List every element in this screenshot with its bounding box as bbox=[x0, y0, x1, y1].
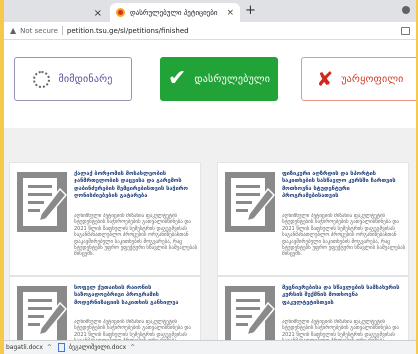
cross-icon: ✘ bbox=[316, 67, 334, 91]
document-pen-icon bbox=[17, 172, 68, 232]
petition-title[interactable]: ფიზიკური აღზრდის და სპორტის საკითხების ს… bbox=[282, 171, 406, 201]
petition-description: აღნიშნული პეტიციის მიზანია ფაკულტეტის სტ… bbox=[282, 213, 406, 258]
petition-title[interactable]: მეცნიერებისა და სწავლების სამსახურის კურ… bbox=[282, 285, 406, 307]
active-tab[interactable]: დასრულებული პეტიციები × bbox=[110, 3, 240, 22]
extension-icon[interactable] bbox=[401, 27, 410, 35]
tab-title: დასრულებული პეტიციები bbox=[130, 8, 218, 17]
download-filename: bagatli.docx bbox=[6, 344, 43, 351]
download-filename: ბეგალიშვილი.docx bbox=[68, 344, 127, 351]
document-pen-icon bbox=[225, 286, 276, 346]
site-favicon-icon bbox=[116, 8, 125, 17]
download-item[interactable]: bagatli.docx ^ bbox=[6, 344, 52, 351]
profile-avatar[interactable] bbox=[402, 6, 410, 14]
address-bar[interactable]: ▲ Not secure petition.tsu.ge/sl/petition… bbox=[4, 22, 416, 40]
document-pen-icon bbox=[17, 286, 68, 346]
checkmark-icon: ✔ bbox=[167, 66, 187, 91]
petition-title[interactable]: სოფელ ქუთაისის რაიონის საზოგადოებრივი პრ… bbox=[74, 285, 198, 307]
ongoing-label: მიმდინარე bbox=[58, 73, 113, 85]
petition-card[interactable]: ქალაქ ბორჯომის მოსახლეობის ჯანმრთელობის … bbox=[9, 162, 201, 276]
petition-card[interactable]: სოფელ ქუთაისის რაიონის საზოგადოებრივი პრ… bbox=[9, 276, 201, 350]
chevron-up-icon[interactable]: ^ bbox=[47, 344, 52, 351]
finished-label: დასრულებული bbox=[194, 73, 271, 85]
loading-spinner-icon bbox=[33, 70, 51, 88]
petition-card[interactable]: მეცნიერებისა და სწავლების სამსახურის კურ… bbox=[217, 276, 409, 350]
close-tab-icon[interactable]: × bbox=[226, 8, 234, 18]
petition-title[interactable]: ქალაქ ბორჯომის მოსახლეობის ჯანმრთელობის … bbox=[74, 171, 198, 201]
browser-screenshot: × დასრულებული პეტიციები × + ▲ Not secure… bbox=[4, 0, 416, 354]
new-tab-button[interactable]: + bbox=[245, 4, 256, 18]
tab-strip: × დასრულებული პეტიციები × + bbox=[4, 0, 416, 22]
warning-triangle-icon[interactable]: ▲ bbox=[10, 26, 16, 35]
petition-grid: ქალაქ ბორჯომის მოსახლეობის ჯანმრთელობის … bbox=[4, 128, 416, 350]
download-item[interactable]: ბეგალიშვილი.docx ^ bbox=[57, 343, 135, 352]
petition-description: აღნიშნული პეტიციის მიზანია ფაკულტეტის სტ… bbox=[74, 213, 198, 258]
downloads-bar: bagatli.docx ^ ბეგალიშვილი.docx ^ bbox=[4, 340, 416, 354]
security-status[interactable]: Not secure bbox=[20, 27, 58, 35]
chevron-up-icon[interactable]: ^ bbox=[130, 344, 135, 351]
finished-filter-button[interactable]: ✔ დასრულებული bbox=[160, 57, 278, 101]
ongoing-filter-button[interactable]: მიმდინარე bbox=[14, 57, 132, 101]
divider bbox=[61, 26, 63, 35]
petition-card[interactable]: ფიზიკური აღზრდის და სპორტის საკითხების ს… bbox=[217, 162, 409, 276]
rejected-filter-button[interactable]: ✘ უარყოფილი bbox=[301, 57, 416, 101]
rejected-label: უარყოფილი bbox=[341, 73, 404, 85]
document-pen-icon bbox=[225, 172, 276, 232]
close-tab-icon[interactable]: × bbox=[94, 8, 102, 19]
previous-tab[interactable]: × bbox=[4, 4, 108, 22]
status-filter-bar: მიმდინარე ✔ დასრულებული ✘ უარყოფილი bbox=[4, 40, 416, 128]
url-text[interactable]: petition.tsu.ge/sl/petitions/finished bbox=[67, 27, 189, 35]
word-document-icon bbox=[57, 343, 65, 352]
